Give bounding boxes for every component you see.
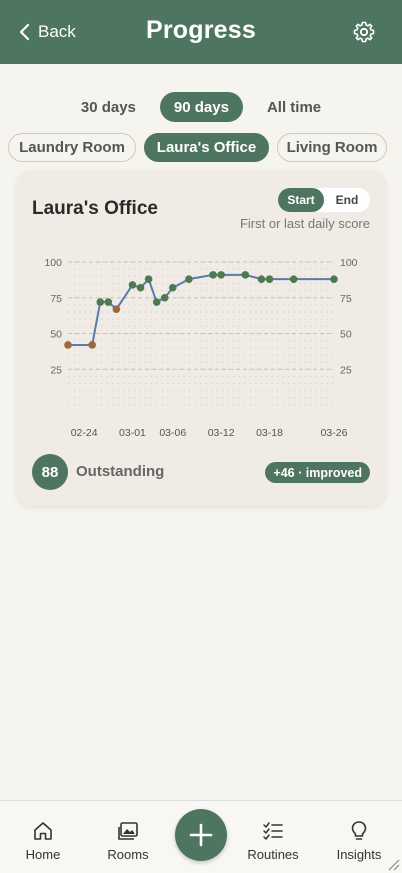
images-icon (118, 822, 138, 840)
data-point (257, 275, 266, 283)
data-point (209, 271, 217, 279)
data-point (168, 283, 177, 292)
nav-insights-label: Insights (336, 847, 382, 862)
x-tick-label: 02-24 (71, 427, 98, 439)
data-point (160, 293, 169, 302)
y-tick-label-left: 75 (50, 293, 62, 305)
progress-card: Laura's Office Start End First or last d… (16, 170, 386, 506)
card-title: Laura's Office (32, 198, 158, 219)
room-selector: Laundry Room Laura's Office Living Room (0, 133, 402, 163)
data-point (88, 341, 96, 349)
y-tick-label-right: 50 (340, 329, 352, 341)
gear-icon[interactable] (352, 20, 376, 44)
plus-icon (189, 823, 213, 847)
data-point (136, 283, 145, 292)
data-point (112, 305, 121, 313)
checklist-icon (263, 822, 283, 840)
score-badge: 88 (32, 454, 68, 490)
y-tick-label-right: 100 (340, 257, 358, 269)
y-tick-label-left: 25 (50, 364, 62, 376)
home-icon (34, 822, 52, 840)
y-tick-label-left: 100 (44, 257, 62, 269)
room-pill-laundry-room[interactable]: Laundry Room (8, 133, 136, 162)
data-point (217, 271, 225, 279)
data-point (128, 281, 137, 289)
toggle-end[interactable]: End (324, 188, 370, 212)
data-point (241, 271, 250, 279)
x-tick-label: 03-18 (256, 427, 283, 439)
range-selector: 30 days 90 days All time (0, 92, 402, 122)
range-30-days[interactable]: 30 days (67, 92, 150, 122)
nav-insights[interactable]: Insights (324, 819, 394, 862)
data-point (330, 275, 338, 283)
score-summary: 88 Outstanding +46 · improved (32, 454, 370, 490)
lightbulb-icon (351, 821, 367, 840)
nav-home[interactable]: Home (8, 819, 78, 862)
add-button[interactable] (175, 809, 227, 861)
y-tick-label-left: 50 (50, 329, 62, 341)
x-tick-label: 03-01 (119, 427, 146, 439)
data-point (265, 275, 274, 283)
score-label: Outstanding (76, 463, 165, 480)
nav-routines-label: Routines (247, 847, 299, 862)
data-point (185, 275, 193, 283)
bottom-navigation: Home Rooms Routines Insights (0, 800, 402, 873)
range-all-time[interactable]: All time (253, 92, 335, 122)
resize-grip-icon (388, 859, 400, 871)
data-point (96, 298, 105, 306)
score-chart: 25 25 50 50 75 75 100 100 02-24 03-01 03-06 03-12 03… (44, 257, 358, 439)
page-title: Progress (146, 16, 256, 44)
room-pill-lauras-office[interactable]: Laura's Office (144, 133, 269, 162)
series-line (68, 273, 334, 346)
chart-subtitle: First or last daily score (239, 216, 370, 231)
y-tick-label-right: 25 (340, 364, 352, 376)
start-end-toggle: Start End (278, 188, 370, 212)
nav-rooms[interactable]: Rooms (93, 819, 163, 862)
y-tick-label-right: 75 (340, 293, 352, 305)
data-point (64, 341, 72, 349)
range-90-days[interactable]: 90 days (159, 92, 243, 122)
improvement-badge: +46 · improved (265, 462, 370, 483)
nav-routines[interactable]: Routines (238, 819, 308, 862)
app-header: Back Progress (0, 0, 402, 64)
x-tick-label: 03-06 (159, 427, 186, 439)
data-point (289, 275, 298, 283)
nav-rooms-label: Rooms (107, 847, 149, 862)
room-pill-living-room[interactable]: Living Room (277, 133, 387, 162)
nav-home-label: Home (25, 847, 61, 862)
data-point (144, 275, 153, 283)
toggle-start[interactable]: Start (278, 188, 324, 212)
data-point (152, 298, 161, 306)
data-point (104, 298, 113, 306)
x-tick-label: 03-26 (321, 427, 348, 439)
x-tick-label: 03-12 (208, 427, 235, 439)
